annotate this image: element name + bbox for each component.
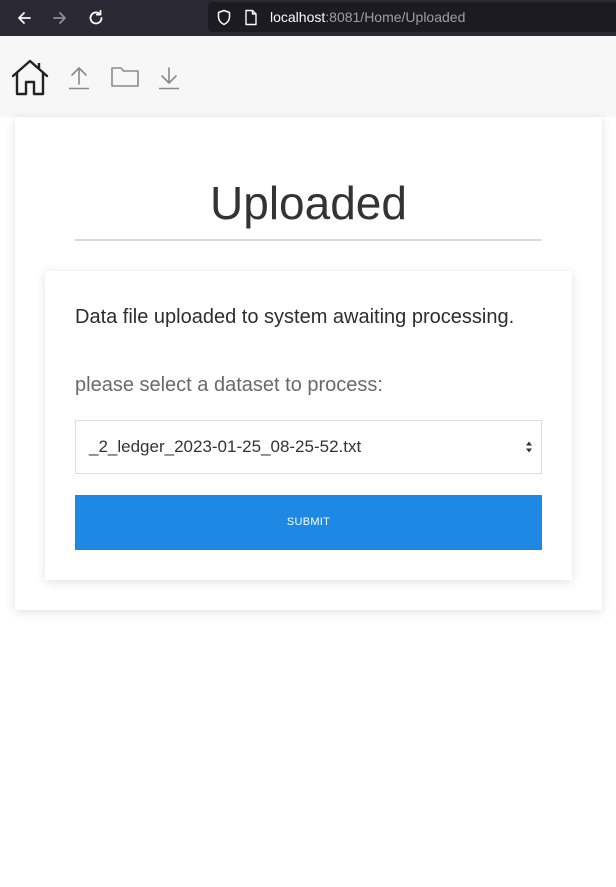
submit-button[interactable]: SUBMIT [75, 495, 542, 550]
page-icon[interactable] [244, 9, 258, 31]
back-arrow-icon[interactable] [14, 8, 34, 28]
forward-arrow-icon[interactable] [50, 8, 70, 28]
app-toolbar [0, 36, 616, 117]
select-arrows-icon [526, 441, 532, 453]
url-path: :8081/Home/Uploaded [325, 9, 466, 25]
download-icon[interactable] [158, 66, 180, 90]
dataset-prompt-label: please select a dataset to process: [75, 374, 383, 396]
page-title: Uploaded [210, 177, 407, 229]
status-message: Data file uploaded to system awaiting pr… [75, 306, 515, 328]
reload-icon[interactable] [86, 8, 106, 28]
browser-toolbar: localhost:8081/Home/Uploaded [0, 0, 616, 36]
address-bar[interactable]: localhost:8081/Home/Uploaded [208, 2, 616, 32]
title-divider [75, 239, 542, 241]
dataset-select[interactable]: _2_ledger_2023-01-25_08-25-52.txt [75, 420, 542, 474]
content-card: Uploaded Data file uploaded to system aw… [15, 117, 602, 610]
dataset-select-value: _2_ledger_2023-01-25_08-25-52.txt [89, 437, 362, 456]
home-icon[interactable] [11, 58, 49, 96]
upload-form-card: Data file uploaded to system awaiting pr… [45, 271, 572, 580]
url-host: localhost [270, 9, 326, 25]
upload-icon[interactable] [68, 66, 90, 90]
shield-icon[interactable] [216, 9, 232, 31]
url-text[interactable]: localhost:8081/Home/Uploaded [270, 8, 465, 26]
folder-icon[interactable] [111, 67, 139, 87]
